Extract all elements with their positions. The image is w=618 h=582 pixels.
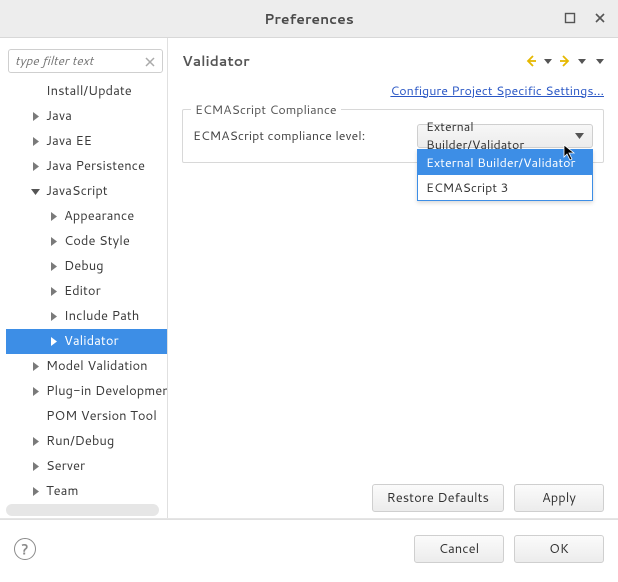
- filter-input[interactable]: [8, 49, 163, 73]
- maximize-button[interactable]: [558, 6, 582, 30]
- tree-item-label: Code Style: [64, 232, 130, 250]
- forward-menu-icon[interactable]: [578, 57, 586, 65]
- apply-button[interactable]: Apply: [514, 484, 604, 512]
- content-header: Validator: [182, 48, 604, 74]
- configure-project-link[interactable]: Configure Project Specific Settings...: [390, 82, 604, 100]
- tree-item[interactable]: Include Path: [6, 304, 167, 329]
- tree-item-label: Editor: [64, 282, 101, 300]
- history-nav: [524, 54, 604, 68]
- config-link-row: Configure Project Specific Settings...: [182, 78, 604, 101]
- expand-closed-icon[interactable]: [28, 109, 42, 123]
- tree-item-label: JavaScript: [46, 182, 108, 200]
- window-buttons: [558, 6, 612, 30]
- window-title: Preferences: [264, 9, 354, 29]
- content-area: Validator Configure Proj: [168, 38, 618, 518]
- expand-closed-icon[interactable]: [28, 384, 42, 398]
- tree-item-label: Appearance: [64, 207, 134, 225]
- tree-item[interactable]: Appearance: [6, 204, 167, 229]
- tree-item-label: Install/Update: [46, 82, 132, 100]
- footer: ? Cancel OK: [0, 519, 618, 577]
- tree-item-label: Java: [46, 107, 72, 125]
- expand-closed-icon[interactable]: [28, 484, 42, 498]
- compliance-dropdown: External Builder/Validator ECMAScript 3: [417, 149, 593, 201]
- clear-filter-icon[interactable]: [143, 52, 157, 66]
- tree-item[interactable]: Java: [6, 104, 167, 129]
- expand-closed-icon[interactable]: [28, 359, 42, 373]
- compliance-fieldset: ECMAScript Compliance ECMAScript complia…: [182, 109, 604, 163]
- tree-item-label: Java EE: [46, 132, 92, 150]
- title-bar: Preferences: [0, 0, 618, 38]
- page-title: Validator: [182, 51, 250, 71]
- content-button-bar: Restore Defaults Apply: [372, 484, 604, 512]
- tree-item-label: Debug: [64, 257, 104, 275]
- filter-wrap: [6, 44, 167, 79]
- help-button[interactable]: ?: [14, 538, 36, 560]
- tree-item[interactable]: Install/Update: [6, 79, 167, 104]
- tree-item[interactable]: Java Persistence: [6, 154, 167, 179]
- back-menu-icon[interactable]: [544, 57, 552, 65]
- footer-buttons: Cancel OK: [414, 535, 604, 563]
- expand-open-icon[interactable]: [28, 184, 42, 198]
- tree-item[interactable]: Java EE: [6, 129, 167, 154]
- preference-tree[interactable]: Install/Update Java Java EE Java Persistenc…: [6, 79, 167, 519]
- expand-closed-icon[interactable]: [46, 334, 60, 348]
- expand-closed-icon[interactable]: [46, 259, 60, 273]
- expand-closed-icon[interactable]: [28, 159, 42, 173]
- tree-item-label: POM Version Tool: [46, 407, 157, 425]
- expand-closed-icon[interactable]: [46, 209, 60, 223]
- compliance-select: External Builder/Validator External Buil…: [417, 124, 593, 148]
- tree-item[interactable]: POM Version Tool: [6, 404, 167, 429]
- chevron-down-icon: [575, 127, 584, 145]
- tree-item[interactable]: JavaScript: [6, 179, 167, 204]
- tree-item[interactable]: Validator: [6, 329, 167, 354]
- tree-item[interactable]: Model Validation: [6, 354, 167, 379]
- tree-item-label: Server: [46, 457, 85, 475]
- tree-item-label: Team: [46, 482, 78, 500]
- page-menu-icon[interactable]: [596, 57, 604, 65]
- tree-fade: [6, 506, 167, 518]
- tree-item[interactable]: Debug: [6, 254, 167, 279]
- tree-item[interactable]: Code Style: [6, 229, 167, 254]
- tree-item-label: Java Persistence: [46, 157, 145, 175]
- expand-closed-icon[interactable]: [28, 134, 42, 148]
- compliance-label: ECMAScript compliance level:: [193, 127, 365, 145]
- forward-icon[interactable]: [558, 54, 572, 68]
- option-label: External Builder/Validator: [426, 154, 575, 172]
- expand-closed-icon[interactable]: [46, 234, 60, 248]
- back-icon[interactable]: [524, 54, 538, 68]
- tree-item[interactable]: Team: [6, 479, 167, 504]
- ok-button[interactable]: OK: [514, 535, 604, 563]
- tree-item-label: Validator: [64, 332, 119, 350]
- compliance-row: ECMAScript compliance level: External Bu…: [193, 124, 593, 148]
- tree-item[interactable]: Editor: [6, 279, 167, 304]
- expand-closed-icon[interactable]: [46, 309, 60, 323]
- dropdown-option-es3[interactable]: ECMAScript 3: [418, 175, 592, 200]
- expand-closed-icon[interactable]: [28, 434, 42, 448]
- main-area: Install/Update Java Java EE Java Persistenc…: [0, 38, 618, 518]
- compliance-select-button[interactable]: External Builder/Validator: [417, 124, 593, 148]
- tree-item[interactable]: Plug-in Development: [6, 379, 167, 404]
- tree-item-label: Model Validation: [46, 357, 148, 375]
- expand-closed-icon[interactable]: [28, 459, 42, 473]
- expand-closed-icon[interactable]: [46, 284, 60, 298]
- tree-item-label: Plug-in Development: [46, 382, 167, 400]
- close-button[interactable]: [588, 6, 612, 30]
- fieldset-legend: ECMAScript Compliance: [191, 101, 341, 119]
- dropdown-option-external[interactable]: External Builder/Validator: [418, 150, 592, 175]
- tree-item-label: Include Path: [64, 307, 139, 325]
- tree-item[interactable]: Server: [6, 454, 167, 479]
- sidebar: Install/Update Java Java EE Java Persistenc…: [0, 38, 168, 518]
- cancel-button[interactable]: Cancel: [414, 535, 504, 563]
- tree-item-label: Run/Debug: [46, 432, 114, 450]
- tree-item[interactable]: Run/Debug: [6, 429, 167, 454]
- option-label: ECMAScript 3: [426, 179, 508, 197]
- restore-defaults-button[interactable]: Restore Defaults: [372, 484, 504, 512]
